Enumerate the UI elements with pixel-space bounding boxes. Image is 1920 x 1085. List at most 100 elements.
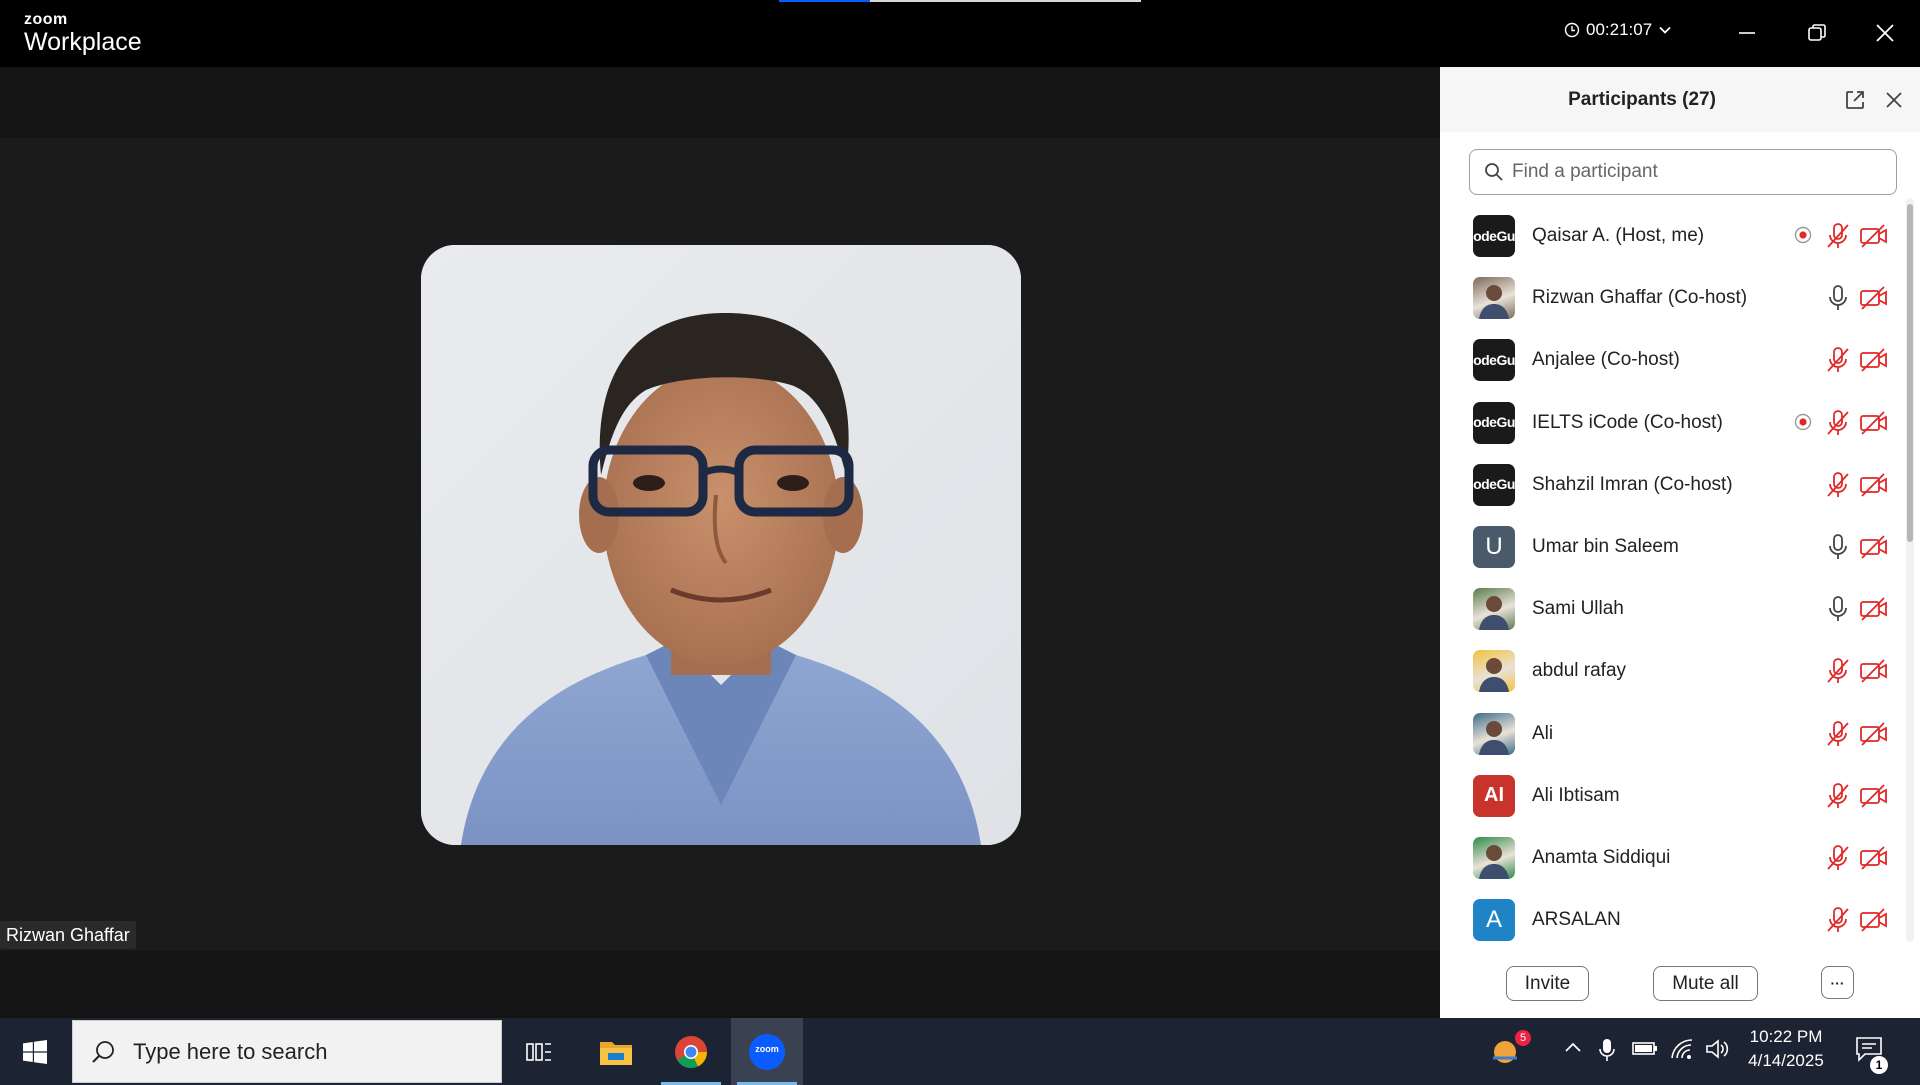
mute-all-button[interactable]: Mute all xyxy=(1653,966,1758,1001)
mic-muted-icon[interactable] xyxy=(1825,906,1851,934)
mic-muted-icon[interactable] xyxy=(1825,657,1851,685)
participant-row[interactable]: iCodeGuru Anjalee (Co-host) xyxy=(1440,330,1910,392)
scrollbar-thumb[interactable] xyxy=(1907,204,1913,542)
mic-muted-icon[interactable] xyxy=(1825,782,1851,810)
avatar-logo-text: Guru xyxy=(1496,476,1515,493)
video-off-icon[interactable] xyxy=(1859,658,1889,684)
participant-name: ARSALAN xyxy=(1532,909,1621,931)
participant-search[interactable] xyxy=(1469,149,1897,195)
participant-row[interactable]: abdul rafay xyxy=(1440,641,1910,703)
microphone-tray[interactable] xyxy=(1598,1038,1616,1067)
popout-icon xyxy=(1846,91,1864,109)
video-off-icon[interactable] xyxy=(1859,410,1889,436)
restore-button[interactable] xyxy=(1800,16,1834,50)
participant-avatar xyxy=(1473,588,1515,631)
participant-row[interactable]: iCodeGuru IELTS iCode (Co-host) xyxy=(1440,393,1910,455)
logo-workplace-text: Workplace xyxy=(24,28,142,56)
video-off-icon[interactable] xyxy=(1859,223,1889,249)
participant-name: Anamta Siddiqui xyxy=(1532,847,1671,868)
participant-row[interactable]: A ARSALAN xyxy=(1440,890,1910,942)
participant-name: Ali xyxy=(1532,722,1554,744)
participant-row[interactable]: Ali xyxy=(1440,704,1910,766)
mic-muted-icon[interactable] xyxy=(1825,844,1851,872)
show-hidden-icons-button[interactable] xyxy=(1563,1038,1583,1063)
video-bottom-strip xyxy=(0,951,1440,1018)
close-window-button[interactable] xyxy=(1868,16,1902,50)
video-off-icon[interactable] xyxy=(1859,845,1889,871)
close-panel-button[interactable] xyxy=(1880,86,1908,114)
share-progress-fill xyxy=(779,0,870,2)
avatar-initials: U xyxy=(1485,533,1503,560)
participant-name: Shahzil Imran (Co-host) xyxy=(1532,473,1733,495)
video-off-icon[interactable] xyxy=(1859,596,1889,622)
recording-icon xyxy=(1794,226,1812,244)
meeting-timer[interactable]: 00:21:07 xyxy=(1564,20,1672,40)
participant-row[interactable]: Sami Ullah xyxy=(1440,579,1910,641)
participant-name: Sami Ullah xyxy=(1532,598,1624,620)
battery-icon xyxy=(1632,1042,1657,1055)
participant-avatar: A xyxy=(1473,899,1515,942)
zoom-taskbar-button[interactable]: zoom xyxy=(731,1018,803,1085)
participant-avatar: AI xyxy=(1473,774,1515,817)
more-options-button[interactable]: ··· xyxy=(1821,966,1854,999)
participant-row[interactable]: iCodeGuru Shahzil Imran (Co-host) xyxy=(1440,455,1910,517)
participant-name: IELTS iCode (Co-host) xyxy=(1532,411,1723,433)
video-off-icon[interactable] xyxy=(1859,721,1889,747)
mic-on-icon[interactable] xyxy=(1825,284,1851,312)
system-clock[interactable]: 10:22 PM 4/14/2025 xyxy=(1740,1025,1832,1073)
mic-muted-icon[interactable] xyxy=(1825,471,1851,499)
wifi-icon xyxy=(1671,1039,1693,1059)
video-off-icon[interactable] xyxy=(1859,534,1889,560)
video-off-icon[interactable] xyxy=(1859,907,1889,933)
participant-row[interactable]: Anamta Siddiqui xyxy=(1440,828,1910,890)
video-area: Rizwan Ghaffar xyxy=(0,67,1440,951)
share-progress-strip xyxy=(779,0,1141,2)
avatar-logo-text: iCode xyxy=(1473,351,1497,368)
close-icon xyxy=(1886,92,1902,108)
mic-muted-icon[interactable] xyxy=(1825,409,1851,437)
participant-search-input[interactable] xyxy=(1512,161,1872,183)
volume-icon xyxy=(1706,1039,1729,1059)
chrome-icon xyxy=(675,1035,707,1068)
participant-avatar xyxy=(1473,712,1515,755)
mic-on-icon[interactable] xyxy=(1825,595,1851,623)
video-off-icon[interactable] xyxy=(1859,783,1889,809)
title-bar: zoom Workplace 00:21:07 xyxy=(0,0,1920,67)
invite-button[interactable]: Invite xyxy=(1506,966,1589,1001)
video-off-icon[interactable] xyxy=(1859,285,1889,311)
volume-tray[interactable] xyxy=(1705,1038,1731,1065)
file-explorer-button[interactable] xyxy=(580,1018,652,1085)
participant-avatar xyxy=(1473,277,1515,320)
mic-muted-icon[interactable] xyxy=(1825,346,1851,374)
participant-row[interactable]: U Umar bin Saleem xyxy=(1440,517,1910,579)
task-view-button[interactable] xyxy=(503,1018,575,1085)
participants-footer: Invite Mute all ··· xyxy=(1440,952,1920,1018)
minimize-button[interactable] xyxy=(1730,16,1764,50)
participant-row[interactable]: Rizwan Ghaffar (Co-host) xyxy=(1440,268,1910,330)
start-button[interactable] xyxy=(0,1018,70,1085)
video-off-icon[interactable] xyxy=(1859,472,1889,498)
speaker-portrait-image xyxy=(421,245,1021,845)
avatar-logo-text: iCode xyxy=(1473,414,1497,431)
network-tray[interactable] xyxy=(1670,1038,1696,1065)
popout-button[interactable] xyxy=(1841,86,1869,114)
avatar-logo-text: Guru xyxy=(1496,351,1515,368)
video-off-icon[interactable] xyxy=(1859,347,1889,373)
chevron-down-icon xyxy=(1659,26,1671,34)
zoom-workplace-logo: zoom Workplace xyxy=(24,12,142,55)
chrome-button[interactable] xyxy=(655,1018,727,1085)
mic-muted-icon[interactable] xyxy=(1825,720,1851,748)
participant-name: abdul rafay xyxy=(1532,660,1627,682)
battery-tray[interactable] xyxy=(1632,1038,1658,1063)
participant-row[interactable]: AI Ali Ibtisam xyxy=(1440,766,1910,828)
clock-time: 10:22 PM xyxy=(1749,1027,1823,1046)
participant-list-scrollbar[interactable] xyxy=(1906,198,1914,942)
participant-avatar: iCodeGuru xyxy=(1473,463,1515,506)
mic-muted-icon[interactable] xyxy=(1825,222,1851,250)
participant-avatar: iCodeGuru xyxy=(1473,339,1515,382)
participants-header: Participants (27) xyxy=(1440,67,1920,132)
taskbar-search[interactable]: Type here to search xyxy=(72,1020,502,1083)
participant-row[interactable]: iCodeGuru Qaisar A. (Host, me) xyxy=(1440,206,1910,268)
mic-on-icon[interactable] xyxy=(1825,533,1851,561)
participant-name: Qaisar A. (Host, me) xyxy=(1532,225,1705,246)
